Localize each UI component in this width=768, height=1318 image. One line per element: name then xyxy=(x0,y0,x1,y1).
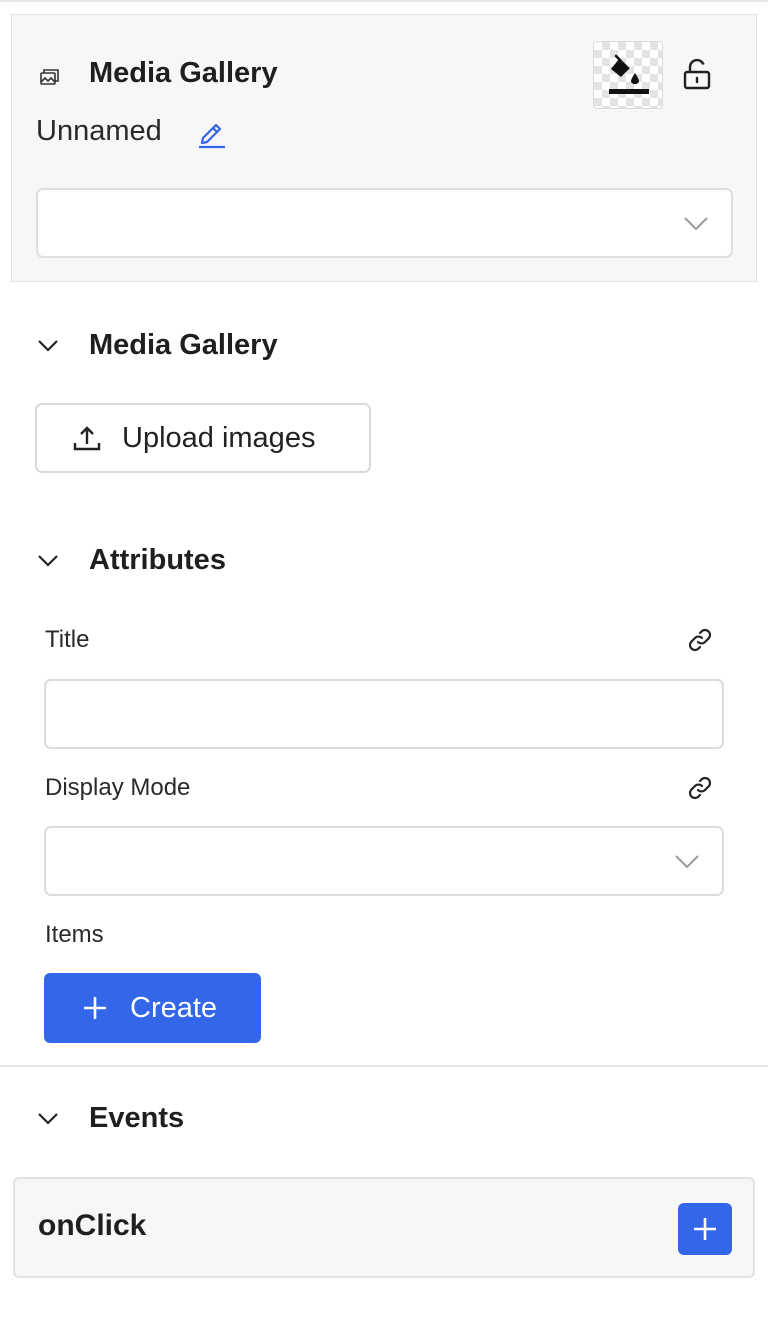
chevron-down-icon xyxy=(36,333,60,357)
chevron-down-icon xyxy=(36,1106,60,1130)
top-divider xyxy=(0,0,768,2)
component-header: Media Gallery Unnamed xyxy=(11,14,757,282)
create-label: Create xyxy=(130,991,218,1024)
link-icon[interactable] xyxy=(686,774,714,802)
title-field-label: Title xyxy=(45,626,90,653)
component-type-title: Media Gallery xyxy=(89,57,278,89)
plus-icon xyxy=(694,1218,716,1240)
pencil-icon[interactable] xyxy=(196,117,228,149)
upload-icon xyxy=(73,426,101,451)
style-select[interactable] xyxy=(36,188,733,258)
upload-images-button[interactable]: Upload images xyxy=(35,403,371,473)
background-color-picker[interactable] xyxy=(593,41,663,109)
create-item-button[interactable]: Create xyxy=(44,973,261,1043)
event-name: onClick xyxy=(38,1209,147,1242)
lock-toggle-button[interactable] xyxy=(680,57,716,93)
section-title: Events xyxy=(89,1101,185,1134)
gallery-icon xyxy=(38,65,62,89)
add-event-action-button[interactable] xyxy=(678,1203,732,1255)
plus-icon xyxy=(84,997,106,1019)
display-mode-select[interactable] xyxy=(44,826,724,896)
event-item-onclick: onClick xyxy=(13,1177,755,1278)
chevron-down-icon xyxy=(683,212,709,239)
chevron-down-icon xyxy=(36,548,60,572)
chevron-down-icon xyxy=(674,850,700,877)
display-mode-field-label: Display Mode xyxy=(45,774,191,801)
upload-images-label: Upload images xyxy=(122,421,316,454)
section-header-events[interactable]: Events xyxy=(36,1098,184,1138)
component-name: Unnamed xyxy=(36,115,162,147)
section-title: Media Gallery xyxy=(89,328,278,361)
paint-bucket-icon xyxy=(609,54,649,94)
title-input[interactable] xyxy=(44,679,724,749)
items-field-label: Items xyxy=(45,921,104,948)
section-title: Attributes xyxy=(89,543,226,576)
link-icon[interactable] xyxy=(686,626,714,654)
section-header-attributes[interactable]: Attributes xyxy=(36,540,226,580)
section-header-media-gallery[interactable]: Media Gallery xyxy=(36,325,278,365)
unlock-icon xyxy=(683,58,711,90)
section-divider xyxy=(0,1065,768,1067)
